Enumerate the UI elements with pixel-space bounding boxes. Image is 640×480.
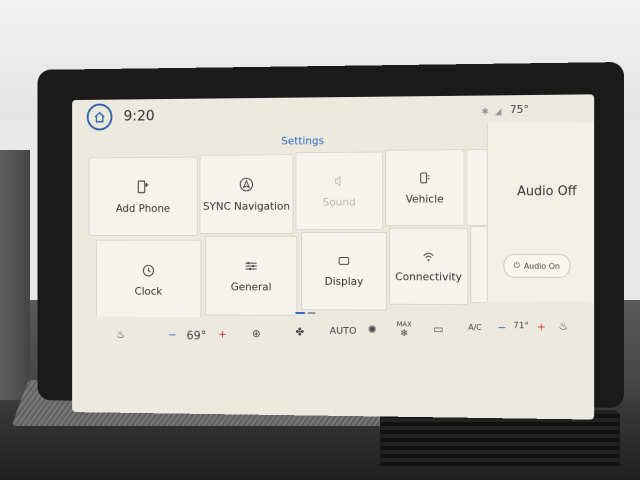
rear-defrost-button[interactable]: ▭ <box>433 323 443 336</box>
phone-plus-icon <box>136 179 151 194</box>
fan-button[interactable]: ✤ <box>295 326 304 339</box>
wifi-icon <box>422 250 436 261</box>
tile-connectivity[interactable]: Connectivity <box>388 228 469 306</box>
infotainment-screen: 9:20 ✱◢ 75° Settings Add Phone SYNC Navi… <box>72 94 595 420</box>
tile-sound[interactable]: Sound <box>295 151 384 231</box>
tile-label: Vehicle <box>405 192 444 206</box>
tile-add-phone[interactable]: Add Phone <box>88 156 198 236</box>
tile-label: Sound <box>322 195 356 209</box>
sliders-icon <box>244 259 259 273</box>
passenger-temp-up[interactable]: + <box>537 320 546 333</box>
ac-button[interactable]: A/C <box>468 323 481 332</box>
audio-status: Audio Off <box>517 184 577 200</box>
tile-partial-right <box>466 148 488 227</box>
display-bezel: 9:20 ✱◢ 75° Settings Add Phone SYNC Navi… <box>37 62 624 420</box>
signal-icon: ◢ <box>494 107 508 118</box>
steering-wheel-icon: ⊛ <box>252 327 261 340</box>
clock-icon <box>142 263 155 277</box>
seat-heat-passenger-button[interactable]: ♨ <box>558 320 568 333</box>
dashboard-pillar <box>0 150 30 410</box>
audio-on-button[interactable]: ⏻ Audio On <box>503 253 571 278</box>
bluetooth-icon: ✱ <box>481 107 495 118</box>
tile-label: Clock <box>134 284 163 298</box>
home-icon <box>93 110 106 124</box>
tile-sync-navigation[interactable]: SYNC Navigation <box>199 154 294 235</box>
power-icon: ⏻ <box>513 260 520 270</box>
tile-partial-right-2 <box>470 226 488 304</box>
tile-general[interactable]: General <box>205 235 298 316</box>
seat-heat-icon: ♨ <box>558 319 569 333</box>
climate-bar: ♨ − 69° + ⊛ ✤ AUTO ✺ MAX ❄ ▭ A/C − 71° +… <box>72 316 595 364</box>
page-title: Settings <box>281 134 325 148</box>
clock-time: 9:20 <box>123 106 155 125</box>
max-label: MAX <box>396 320 412 329</box>
defrost-icon: ❄ <box>400 328 409 340</box>
passenger-temp: 71° <box>513 321 529 332</box>
audio-on-label: Audio On <box>523 261 560 271</box>
tile-clock[interactable]: Clock <box>95 239 202 322</box>
seat-heat-icon: ♨ <box>116 328 126 341</box>
driver-temp-down[interactable]: − <box>168 329 177 342</box>
page-dot-active <box>295 311 305 314</box>
tile-label: SYNC Navigation <box>203 199 290 213</box>
vehicle-icon <box>418 170 432 184</box>
navigation-icon <box>239 176 254 192</box>
seat-heat-driver-button[interactable]: ♨ <box>116 328 125 341</box>
page-indicator <box>295 311 316 315</box>
recirculation-icon: ✺ <box>367 323 377 337</box>
audio-panel: Audio Off ⏻ Audio On <box>486 122 595 302</box>
display-icon <box>337 255 350 267</box>
driver-temp: 69° <box>186 328 207 343</box>
tile-vehicle[interactable]: Vehicle <box>385 149 465 227</box>
passenger-temp-down[interactable]: − <box>498 321 507 334</box>
auto-climate-button[interactable]: AUTO <box>330 326 357 337</box>
rear-defrost-icon: ▭ <box>433 322 444 336</box>
home-button[interactable] <box>86 103 113 131</box>
outside-temperature: 75° <box>509 102 529 117</box>
fan-icon: ✤ <box>295 325 305 339</box>
tile-label: Connectivity <box>395 269 462 283</box>
tile-label: General <box>230 280 272 293</box>
max-defrost-button[interactable]: MAX ❄ <box>397 320 412 339</box>
steering-heat-button[interactable]: ⊛ <box>252 327 261 340</box>
page-dot <box>307 312 316 315</box>
recirculation-button[interactable]: ✺ <box>368 323 377 336</box>
status-icons: ✱◢ <box>481 107 507 117</box>
driver-temp-up[interactable]: + <box>218 328 227 341</box>
speaker-icon <box>332 174 345 188</box>
tile-display[interactable]: Display <box>301 232 388 311</box>
tile-label: Display <box>324 274 364 288</box>
tile-label: Add Phone <box>115 201 171 215</box>
